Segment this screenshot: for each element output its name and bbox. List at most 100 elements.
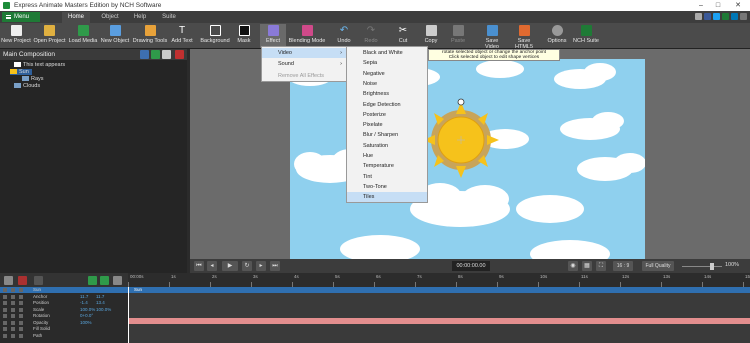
drawing-tools-button[interactable]: Drawing Tools	[132, 24, 168, 48]
quality-select[interactable]: Full Quality	[642, 261, 674, 271]
submenu-item[interactable]: Noise	[347, 79, 427, 89]
step-back-icon[interactable]: ◂	[207, 261, 217, 271]
submenu-item[interactable]: Temperature	[347, 161, 427, 171]
lock-icon[interactable]	[11, 327, 15, 331]
eye-icon[interactable]	[3, 294, 7, 299]
submenu-item[interactable]: Two-Tone	[347, 182, 427, 192]
submenu-item[interactable]: Negative	[347, 69, 427, 79]
duplicate-icon[interactable]	[151, 50, 160, 59]
close-icon[interactable]: ✕	[730, 0, 746, 11]
menu-button[interactable]: Menu	[2, 12, 40, 22]
lock-icon[interactable]	[11, 294, 15, 299]
play-button[interactable]: ▶	[222, 261, 238, 271]
expand-icon[interactable]	[19, 294, 23, 299]
submenu-item[interactable]: Sepia	[347, 58, 427, 68]
property-row[interactable]: Fill Solid	[0, 326, 128, 332]
tab-home[interactable]: Home	[62, 12, 90, 23]
options-button[interactable]: Options	[545, 24, 569, 48]
expand-icon[interactable]	[19, 327, 23, 331]
submenu-item[interactable]: Posterize	[347, 110, 427, 120]
property-row[interactable]: Anchor 11.7 11.7	[0, 294, 128, 300]
add-text-button[interactable]: T Add Text	[169, 24, 195, 48]
property-row[interactable]: Scale 100.0% 100.0%	[0, 307, 128, 313]
expand-icon[interactable]	[19, 320, 23, 325]
mask-button[interactable]: Mask	[233, 24, 255, 48]
submenu-item[interactable]: Blur / Sharpen	[347, 130, 427, 140]
property-value-1[interactable]: 11.7	[80, 294, 88, 300]
add-layer-icon[interactable]	[140, 50, 149, 59]
submenu-item[interactable]: Brightness	[347, 89, 427, 99]
snapshot-icon[interactable]: ◉	[568, 261, 578, 271]
save-video-button[interactable]: Save Video	[478, 24, 506, 50]
lock-icon[interactable]	[11, 301, 15, 305]
submenu-item[interactable]: Hue	[347, 151, 427, 161]
playhead[interactable]	[128, 287, 129, 343]
property-row[interactable]: Path	[0, 333, 128, 339]
paste-button[interactable]: Paste	[447, 24, 469, 48]
tab-object[interactable]: Object	[96, 12, 124, 23]
tree-item-rays[interactable]: Rays	[22, 76, 44, 82]
new-project-button[interactable]: New Project	[1, 24, 31, 48]
lock-icon[interactable]	[11, 314, 15, 318]
expand-icon[interactable]	[19, 307, 23, 312]
time-ruler[interactable]: 00:00s 1s 2s 3s 4s 5s 6s 7s 8s 9s 10s 11s 12s 13s 14s 1…	[128, 273, 750, 287]
property-value-2[interactable]: 11.7	[96, 294, 104, 300]
skip-end-icon[interactable]: ⏭	[270, 261, 280, 271]
aspect-select[interactable]: 16 : 9	[613, 261, 633, 271]
delete-key-icon[interactable]	[113, 276, 122, 285]
expand-icon[interactable]	[19, 301, 23, 305]
record-icon[interactable]	[18, 276, 27, 285]
property-value-1[interactable]: 100.0%	[80, 307, 95, 313]
copy-button[interactable]: Copy	[420, 24, 442, 48]
tree-item-sun[interactable]: Sun	[10, 69, 32, 75]
eye-icon[interactable]	[3, 288, 7, 292]
lock-icon[interactable]	[11, 288, 15, 292]
effect-button[interactable]: Effect	[260, 24, 286, 48]
keyframe-icon[interactable]	[4, 276, 13, 285]
step-forward-icon[interactable]: ▸	[256, 261, 266, 271]
save-html5-button[interactable]: Save HTML5	[508, 24, 540, 50]
eye-icon[interactable]	[3, 320, 7, 325]
menu-item-video[interactable]: Video ›	[262, 48, 346, 58]
new-object-button[interactable]: New Object	[100, 24, 130, 48]
expand-icon[interactable]	[19, 333, 23, 338]
property-value-2[interactable]: 13.4	[96, 300, 105, 306]
eye-icon[interactable]	[3, 333, 7, 338]
expand-icon[interactable]	[19, 288, 23, 292]
loop-icon[interactable]: ↻	[242, 261, 252, 271]
skip-start-icon[interactable]: ⏮	[194, 261, 204, 271]
load-media-button[interactable]: Load Media	[67, 24, 99, 48]
property-row[interactable]: Sun	[0, 287, 128, 293]
eye-icon[interactable]	[3, 307, 7, 312]
lock-icon[interactable]	[11, 320, 15, 325]
cut-button[interactable]: ✂ Cut	[392, 24, 414, 48]
blending-mode-button[interactable]: Blending Mode	[288, 24, 326, 48]
submenu-item[interactable]: Tint	[347, 172, 427, 182]
facebook-icon[interactable]	[704, 13, 711, 20]
menu-item-remove-effects[interactable]: Remove All Effects	[262, 71, 346, 81]
eye-icon[interactable]	[3, 301, 7, 305]
expand-icon[interactable]	[19, 314, 23, 318]
properties-icon[interactable]	[162, 50, 171, 59]
submenu-item[interactable]: Black and White	[347, 48, 427, 58]
timeline-tracks[interactable]: Sun	[128, 287, 750, 343]
help-icon[interactable]	[695, 13, 702, 20]
tab-help[interactable]: Help	[128, 12, 152, 23]
lock-icon[interactable]	[11, 307, 15, 312]
property-row[interactable]: Position -1.4 13.4	[0, 300, 128, 306]
move-up-icon[interactable]	[88, 276, 97, 285]
sun-track-bar[interactable]: Sun	[128, 287, 750, 293]
open-project-button[interactable]: Open Project	[33, 24, 66, 48]
property-value-1[interactable]: -1.4	[80, 300, 88, 306]
settings-icon[interactable]	[740, 13, 747, 20]
eye-icon[interactable]	[3, 314, 7, 318]
twitter-icon[interactable]	[713, 13, 720, 20]
rotation-track-bar[interactable]	[128, 318, 750, 324]
zoom-handle[interactable]	[710, 263, 714, 270]
preview-stage[interactable]	[290, 59, 645, 260]
submenu-item[interactable]: Pixelate	[347, 120, 427, 130]
minimize-icon[interactable]: –	[693, 0, 709, 11]
property-row[interactable]: Rotation 0+0.0°	[0, 313, 128, 319]
submenu-item[interactable]: Edge Detection	[347, 100, 427, 110]
move-down-icon[interactable]	[100, 276, 109, 285]
